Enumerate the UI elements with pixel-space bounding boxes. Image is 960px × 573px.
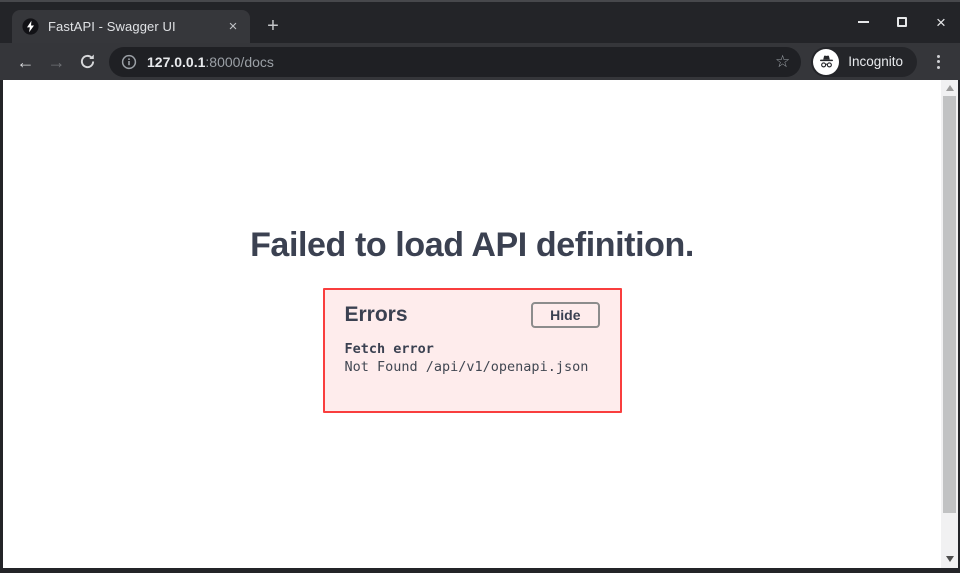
scrollbar-down-icon[interactable] — [946, 556, 954, 562]
swagger-page: Failed to load API definition. Errors Hi… — [3, 80, 941, 568]
hide-errors-button[interactable]: Hide — [531, 302, 599, 328]
error-message: Not Found /api/v1/openapi.json — [345, 359, 600, 375]
errors-title: Errors — [345, 303, 408, 327]
titlebar: FastAPI - Swagger UI × + × — [0, 0, 960, 43]
maximize-icon[interactable] — [895, 12, 909, 32]
scrollbar-thumb[interactable] — [943, 96, 956, 513]
reload-icon[interactable] — [72, 47, 103, 77]
url-host: 127.0.0.1 — [147, 54, 205, 70]
back-arrow-icon[interactable]: ← — [10, 47, 41, 77]
forward-arrow-icon[interactable]: → — [41, 47, 72, 77]
url-text: 127.0.0.1:8000/docs — [147, 54, 274, 70]
vertical-scrollbar[interactable] — [941, 80, 958, 568]
tab-title: FastAPI - Swagger UI — [48, 19, 224, 34]
scrollbar-up-icon[interactable] — [946, 85, 954, 91]
incognito-icon — [813, 49, 839, 75]
incognito-label: Incognito — [848, 54, 903, 69]
page-viewport: Failed to load API definition. Errors Hi… — [0, 80, 960, 573]
incognito-badge: Incognito — [811, 47, 917, 77]
window-controls: × — [856, 11, 948, 33]
new-tab-button[interactable]: + — [260, 13, 286, 39]
tab-close-icon[interactable]: × — [224, 18, 242, 36]
kebab-menu-icon[interactable] — [926, 50, 950, 74]
browser-toolbar: ← → 127.0.0.1:8000/docs ☆ — [0, 43, 960, 80]
fastapi-favicon-icon — [22, 18, 39, 35]
page-info-icon[interactable] — [121, 54, 137, 70]
bookmark-star-icon[interactable]: ☆ — [775, 53, 790, 70]
browser-tab[interactable]: FastAPI - Swagger UI × — [12, 10, 250, 43]
url-path: :8000/docs — [205, 54, 274, 70]
page-title: Failed to load API definition. — [3, 226, 941, 265]
minimize-icon[interactable] — [856, 12, 870, 32]
error-type: Fetch error — [345, 341, 600, 357]
url-bar[interactable]: 127.0.0.1:8000/docs ☆ — [109, 47, 801, 77]
errors-panel: Errors Hide Fetch error Not Found /api/v… — [323, 288, 622, 413]
error-item: Fetch error Not Found /api/v1/openapi.js… — [345, 341, 600, 375]
browser-window: FastAPI - Swagger UI × + × ← → 127.0.0.1… — [0, 0, 960, 573]
window-close-icon[interactable]: × — [934, 12, 948, 32]
